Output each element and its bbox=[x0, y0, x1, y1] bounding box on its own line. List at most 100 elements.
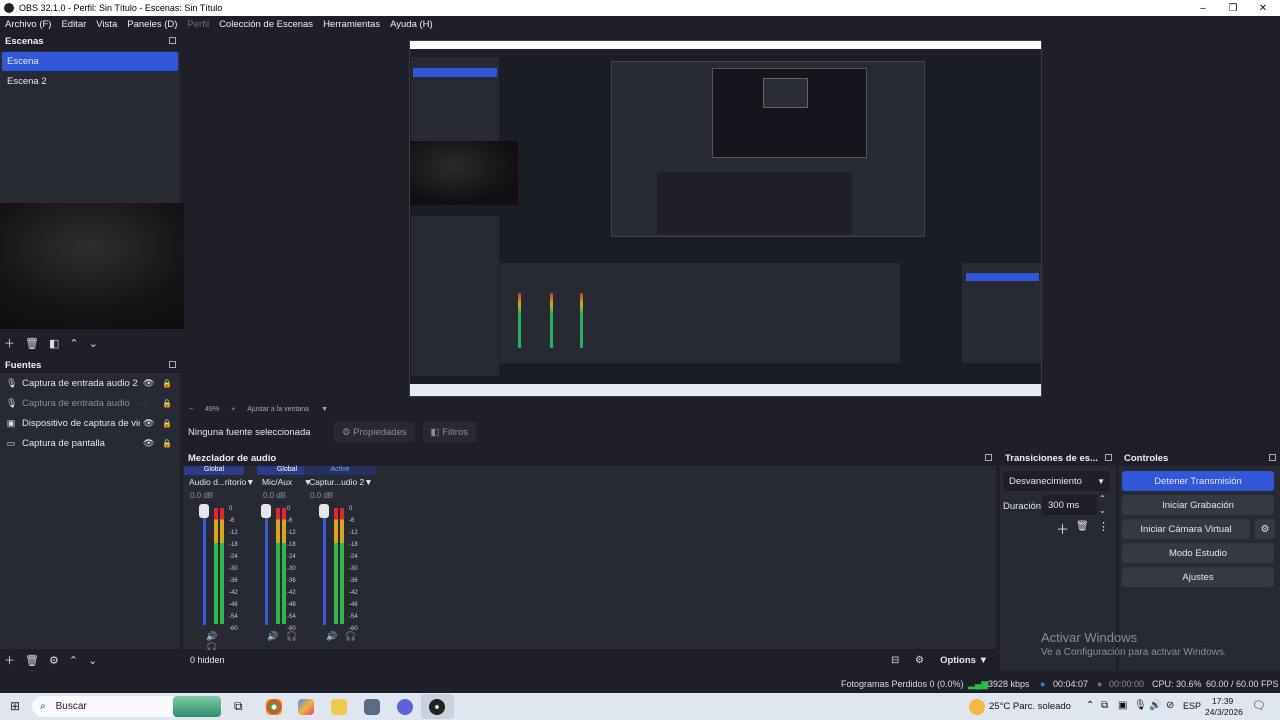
task-view-icon[interactable]: ⧉ bbox=[234, 699, 243, 714]
notifications-icon[interactable]: 🗨 bbox=[1252, 699, 1266, 712]
settings-button[interactable]: Ajustes bbox=[1122, 567, 1274, 587]
volume-slider-knob[interactable] bbox=[199, 504, 209, 518]
window-title: OBS 32.1.0 - Perfil: Sin Título - Escena… bbox=[19, 3, 223, 13]
camera-tray-icon[interactable]: ▣ bbox=[1118, 700, 1127, 711]
virtual-camera-settings-gear-icon[interactable]: ⚙ bbox=[1255, 519, 1275, 539]
network-icon[interactable]: ⧉ bbox=[1101, 700, 1108, 711]
chevron-down-icon[interactable]: ▼ bbox=[364, 477, 372, 487]
duration-input[interactable]: 300 ms bbox=[1042, 495, 1097, 515]
weather-text[interactable]: 25°C Parc. soleado bbox=[989, 701, 1071, 712]
delete-transition-icon[interactable]: 🗑 bbox=[1076, 521, 1089, 532]
add-source-icon[interactable]: ＋ bbox=[4, 652, 15, 668]
speaker-tray-icon[interactable]: 🔊 bbox=[1149, 700, 1161, 711]
copilot-icon[interactable] bbox=[298, 699, 314, 715]
visibility-hidden-icon[interactable]: ◌ bbox=[143, 398, 148, 408]
channel-name[interactable]: Mic/Aux bbox=[262, 477, 292, 487]
speaker-icon[interactable]: 🔊 bbox=[326, 631, 345, 641]
lock-icon[interactable]: 🔒 bbox=[162, 439, 172, 448]
stop-streaming-button[interactable]: Detener Transmisión bbox=[1122, 471, 1274, 491]
source-item[interactable]: ▭ Captura de pantalla 👁 🔒 bbox=[0, 433, 180, 453]
windows-start-icon[interactable]: ⊞ bbox=[10, 699, 20, 713]
volume-slider-knob[interactable] bbox=[319, 504, 329, 518]
visibility-eye-icon[interactable]: 👁 bbox=[143, 438, 154, 449]
properties-button[interactable]: ⚙ Propiedades bbox=[334, 422, 415, 442]
source-item[interactable]: 🎙 Captura de entrada audio ◌ 🔒 bbox=[0, 393, 180, 413]
maximize-button[interactable]: ❐ bbox=[1216, 0, 1250, 16]
undock-icon[interactable] bbox=[169, 37, 176, 44]
speaker-icon[interactable]: 🔊 bbox=[206, 631, 225, 641]
scenes-title: Escenas bbox=[0, 33, 180, 49]
delete-scene-icon[interactable]: 🗑 bbox=[25, 337, 39, 350]
wifi-off-icon[interactable]: ⊘ bbox=[1166, 700, 1174, 711]
add-scene-icon[interactable]: ＋ bbox=[4, 335, 15, 351]
discord-icon[interactable] bbox=[397, 699, 413, 715]
visibility-eye-icon[interactable]: 👁 bbox=[143, 418, 154, 429]
start-virtual-camera-button[interactable]: Iniciar Cámara Virtual bbox=[1122, 519, 1250, 539]
channel-name[interactable]: Audio d...ritorio bbox=[189, 477, 246, 487]
chrome-icon[interactable] bbox=[266, 699, 282, 715]
menu-coleccion-escenas[interactable]: Colección de Escenas bbox=[219, 19, 313, 30]
chevron-down-icon[interactable]: ▼ bbox=[246, 477, 254, 487]
chevron-down-icon[interactable]: ▼ bbox=[321, 406, 328, 413]
menu-ayuda[interactable]: Ayuda (H) bbox=[390, 19, 433, 30]
obs-logo-icon bbox=[4, 3, 14, 13]
source-properties-icon[interactable]: ⚙ bbox=[49, 654, 59, 667]
camera-app-icon[interactable] bbox=[364, 699, 380, 715]
source-item[interactable]: 🎙 Captura de entrada audio 2 👁 🔒 bbox=[0, 373, 180, 393]
transition-select[interactable]: Desvanecimiento ▼ bbox=[1003, 471, 1110, 491]
spin-up-icon[interactable]: ⌃ bbox=[1099, 494, 1106, 503]
lock-icon[interactable]: 🔒 bbox=[162, 419, 172, 428]
headphones-icon[interactable]: 🎧 bbox=[286, 631, 305, 641]
sources-dock: Fuentes 🎙 Captura de entrada audio 2 👁 🔒… bbox=[0, 357, 180, 649]
headphones-icon[interactable]: 🎧 bbox=[345, 631, 364, 641]
options-menu-button[interactable]: Options ▼ bbox=[940, 655, 988, 666]
file-explorer-icon[interactable] bbox=[331, 699, 347, 715]
speaker-icon[interactable]: 🔊 bbox=[267, 631, 286, 641]
move-up-icon[interactable]: ⌃ bbox=[69, 654, 78, 667]
move-up-icon[interactable]: ⌃ bbox=[69, 337, 78, 350]
undock-icon[interactable] bbox=[1105, 454, 1112, 461]
undock-icon[interactable] bbox=[1269, 454, 1276, 461]
move-down-icon[interactable]: ⌄ bbox=[88, 654, 97, 667]
fit-to-window-select[interactable]: Ajustar a la ventana bbox=[247, 406, 309, 413]
add-transition-icon[interactable]: ＋ bbox=[1056, 519, 1069, 538]
scene-filters-icon[interactable]: ◧ bbox=[49, 337, 59, 350]
menu-archivo[interactable]: Archivo (F) bbox=[5, 19, 51, 30]
zoom-in-icon[interactable]: + bbox=[231, 406, 235, 413]
channel-name[interactable]: Captur...udio 2 bbox=[309, 477, 364, 487]
source-item[interactable]: ▣ Dispositivo de captura de video 👁 🔒 bbox=[0, 413, 180, 433]
volume-slider-track[interactable] bbox=[203, 507, 206, 625]
menu-vista[interactable]: Vista bbox=[96, 19, 117, 30]
scene-item-escena[interactable]: Escena bbox=[2, 52, 178, 71]
scene-item-escena-2[interactable]: Escena 2 bbox=[2, 72, 178, 91]
layout-toggle-icon[interactable]: ⊟ bbox=[891, 655, 899, 666]
clock-date[interactable]: 24/3/2026 bbox=[1205, 707, 1243, 717]
studio-mode-button[interactable]: Modo Estudio bbox=[1122, 543, 1274, 563]
menu-editar[interactable]: Editar bbox=[61, 19, 86, 30]
visibility-eye-icon[interactable]: 👁 bbox=[143, 378, 154, 389]
start-recording-button[interactable]: Iniciar Grabación bbox=[1122, 495, 1274, 515]
more-options-icon[interactable]: ⋮ bbox=[1098, 520, 1109, 533]
mic-tray-icon[interactable]: 🎙 bbox=[1134, 700, 1147, 711]
spin-down-icon[interactable]: ⌄ bbox=[1099, 506, 1106, 515]
menu-herramientas[interactable]: Herramientas bbox=[323, 19, 380, 30]
chevron-up-icon[interactable]: ⌃ bbox=[1086, 700, 1094, 711]
menu-paneles[interactable]: Paneles (D) bbox=[127, 19, 177, 30]
volume-slider-track[interactable] bbox=[265, 507, 268, 625]
language-indicator[interactable]: ESP bbox=[1183, 701, 1201, 711]
menu-perfil[interactable]: Perfil bbox=[187, 19, 209, 30]
advanced-audio-icon[interactable]: ⚙ bbox=[915, 655, 924, 666]
volume-slider-track[interactable] bbox=[323, 507, 326, 625]
lock-icon[interactable]: 🔒 bbox=[162, 399, 172, 408]
undock-icon[interactable] bbox=[985, 454, 992, 461]
filters-button[interactable]: ◧ Filtros bbox=[422, 422, 477, 442]
undock-icon[interactable] bbox=[169, 361, 176, 368]
delete-source-icon[interactable]: 🗑 bbox=[25, 654, 39, 667]
move-down-icon[interactable]: ⌄ bbox=[89, 337, 98, 350]
close-button[interactable]: ✕ bbox=[1246, 0, 1280, 16]
clock-time[interactable]: 17:39 bbox=[1212, 696, 1233, 706]
zoom-out-icon[interactable]: − bbox=[189, 406, 193, 413]
volume-slider-knob[interactable] bbox=[261, 504, 271, 518]
minimize-button[interactable]: – bbox=[1186, 0, 1220, 16]
lock-icon[interactable]: 🔒 bbox=[162, 379, 172, 388]
